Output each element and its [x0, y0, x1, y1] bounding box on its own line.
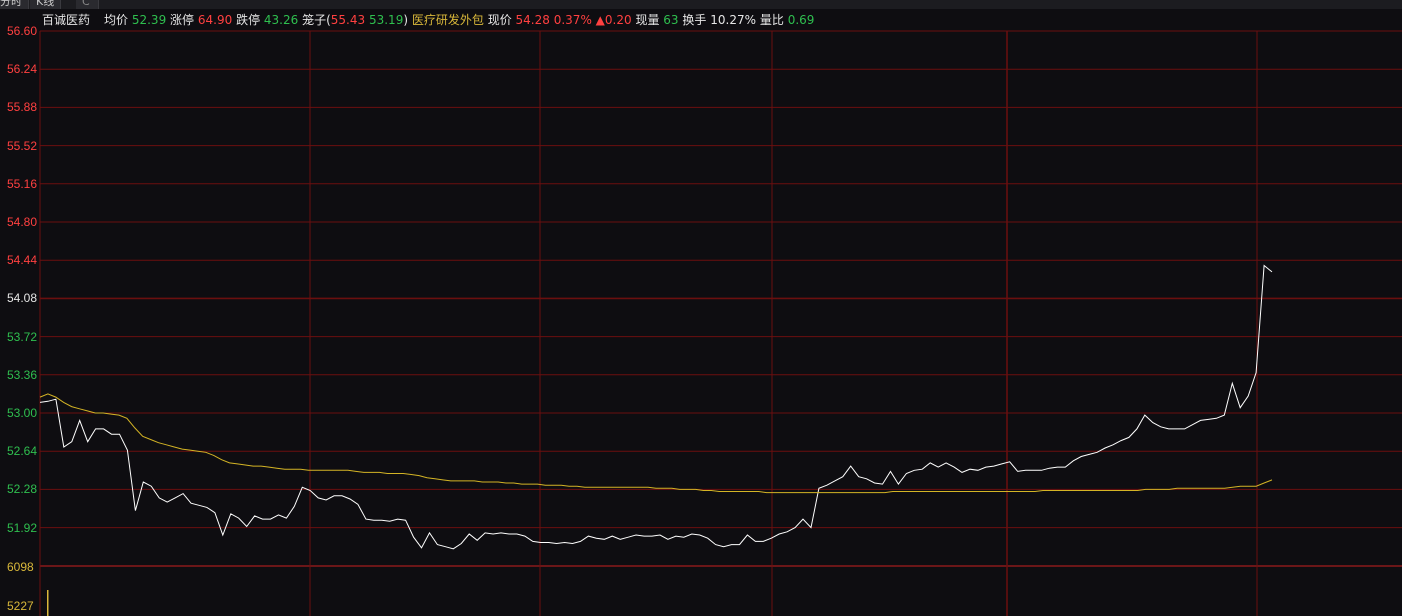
price-axis-label: 55.52 [7, 138, 38, 153]
volume-axis-label: 6098 [7, 560, 34, 574]
chart-grid [39, 30, 1402, 616]
price-axis-label: 51.92 [7, 520, 38, 535]
price-axis-label: 54.08 [7, 291, 38, 306]
average-price-line [39, 393, 1273, 494]
volume-pane [47, 590, 49, 616]
volume-axis-label: 5227 [7, 599, 34, 613]
volume-bar [47, 590, 49, 616]
price-axis-label: 54.44 [7, 253, 38, 268]
price-axis-label: 53.72 [7, 329, 38, 344]
price-axis-label: 55.88 [7, 100, 38, 115]
chart-lines [39, 264, 1273, 550]
price-axis-label: 52.64 [7, 444, 38, 459]
price-axis-label: 54.80 [7, 215, 38, 229]
price-axis-label: 55.16 [7, 176, 38, 191]
price-axis-label: 53.00 [7, 406, 38, 420]
price-axis-label: 53.36 [7, 367, 38, 382]
price-axis-label: 56.24 [7, 62, 38, 77]
intraday-chart[interactable] [0, 0, 1402, 616]
price-axis-label: 56.60 [7, 24, 38, 38]
price-line [39, 264, 1273, 550]
price-axis-label: 52.28 [7, 482, 38, 497]
